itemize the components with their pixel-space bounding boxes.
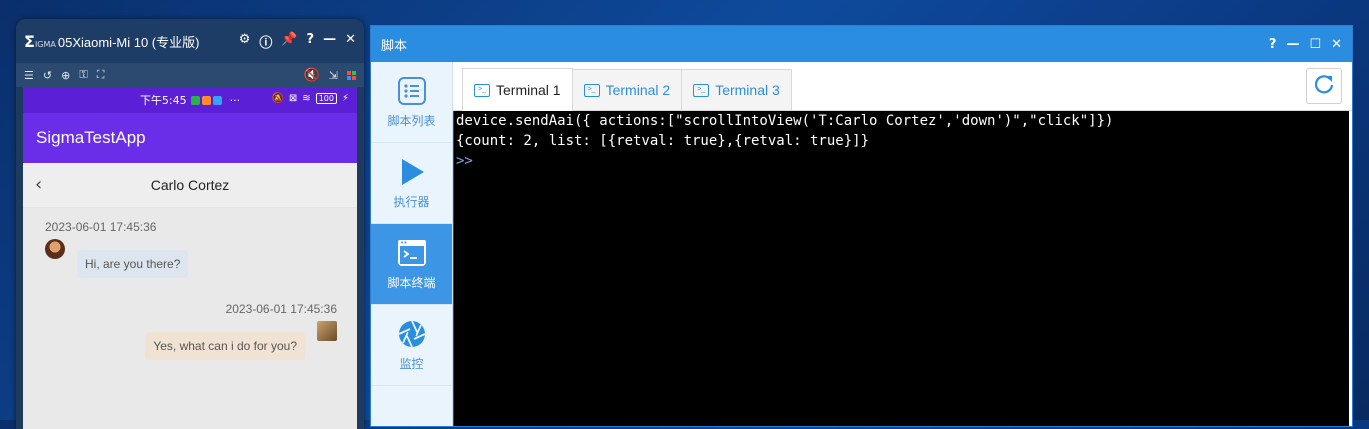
phone-screen[interactable]: 下午5:45 ··· 🔕 ⊠ ≋ 100 ⚡ SigmaTestApp ‹ Ca…: [23, 87, 357, 429]
terminal-tab-icon: >_: [474, 83, 490, 97]
wifi-icon: ≋: [302, 93, 311, 104]
maximize-icon[interactable]: ☐: [1309, 37, 1321, 52]
phone-toolbar: ☰ ↺ ⊕ ⚿ ⛶ 🔇 ⇲: [16, 63, 364, 87]
tab-label: Terminal 2: [605, 82, 671, 98]
close-icon[interactable]: ✕: [345, 32, 356, 51]
list-icon[interactable]: ☰: [24, 69, 34, 82]
tab-label: Terminal 3: [715, 82, 780, 98]
message-bubble-received[interactable]: Hi, are you there?: [77, 250, 189, 278]
export-icon[interactable]: ⇲: [329, 69, 338, 82]
minimize-icon[interactable]: —: [323, 32, 336, 51]
mute-icon[interactable]: 🔇: [304, 68, 320, 83]
notif-icon: [201, 95, 211, 105]
sidebar-item-label: 脚本终端: [387, 275, 436, 290]
settings-icon[interactable]: ⚙: [239, 32, 251, 51]
terminal-icon: [397, 238, 427, 268]
play-icon: [397, 157, 427, 187]
tab-terminal-2[interactable]: >_ Terminal 2: [571, 69, 683, 110]
refresh-icon: [1313, 73, 1335, 99]
status-time: 下午5:45: [139, 94, 187, 107]
terminal-line: device.sendAai({ actions:["scrollIntoVie…: [456, 113, 1114, 129]
app-bar: SigmaTestApp: [23, 113, 357, 163]
back-arrow-icon[interactable]: ‹: [35, 174, 42, 195]
terminal-panel: >_ Terminal 1 >_ Terminal 2 >_ Terminal …: [453, 62, 1352, 426]
close-icon[interactable]: ✕: [1331, 37, 1342, 52]
contact-avatar[interactable]: [45, 239, 65, 259]
terminal-output[interactable]: device.sendAai({ actions:["scrollIntoVie…: [453, 111, 1349, 426]
tab-label: Terminal 1: [496, 82, 561, 98]
minimize-icon[interactable]: —: [1286, 37, 1299, 52]
tab-terminal-1[interactable]: >_ Terminal 1: [462, 68, 573, 111]
help-icon[interactable]: ?: [307, 32, 315, 51]
terminal-tab-icon: >_: [583, 83, 600, 97]
sidebar-item-script-list[interactable]: 脚本列表: [371, 62, 452, 143]
sidebar-item-monitor[interactable]: 监控: [371, 305, 452, 386]
phone-mirror-window: ΣIGMA 05Xiaomi-Mi 10 (专业版) ⚙ ⓘ 📌 ? — ✕ ☰…: [16, 19, 364, 429]
zoom-icon[interactable]: ⊕: [61, 69, 70, 82]
script-window-title: 脚本: [381, 38, 408, 54]
terminal-line: {count: 2, list: [{retval: true},{retval…: [456, 133, 870, 149]
help-icon[interactable]: ?: [1269, 37, 1277, 52]
user-avatar[interactable]: [317, 321, 337, 341]
camera-shutter-icon: [397, 319, 427, 349]
tab-terminal-3[interactable]: >_ Terminal 3: [681, 69, 792, 110]
grid-icon[interactable]: [347, 70, 356, 80]
expand-icon[interactable]: ⛶: [97, 68, 105, 82]
rotate-icon[interactable]: ↺: [43, 69, 52, 82]
phone-window-title: 05Xiaomi-Mi 10 (专业版): [57, 34, 200, 50]
message-bubble-sent[interactable]: Yes, what can i do for you?: [145, 332, 305, 360]
script-window-titlebar[interactable]: 脚本 ? — ☐ ✕: [371, 26, 1352, 62]
notif-icon: [212, 95, 222, 105]
sidebar-item-label: 执行器: [393, 194, 430, 209]
sidebar-item-label: 监控: [399, 356, 424, 371]
more-notifications: ···: [229, 93, 241, 107]
sigma-logo: ΣIGMA: [24, 31, 56, 51]
sim-icon: ⊠: [288, 93, 298, 104]
sidebar-item-executor[interactable]: 执行器: [371, 143, 452, 224]
app-title: SigmaTestApp: [36, 128, 146, 147]
info-icon[interactable]: ⓘ: [259, 32, 272, 51]
script-sidebar: 脚本列表 执行器 脚本终端 监控: [371, 62, 453, 426]
sidebar-item-script-terminal[interactable]: 脚本终端: [371, 224, 452, 305]
message-timestamp: 2023-06-01 17:45:36: [45, 220, 157, 234]
battery-icon: 100: [315, 93, 337, 104]
list-icon: [397, 76, 427, 106]
mute-status-icon: 🔕: [271, 93, 284, 104]
terminal-tabs: >_ Terminal 1 >_ Terminal 2 >_ Terminal …: [453, 62, 1352, 111]
key-icon[interactable]: ⚿: [79, 68, 87, 82]
script-window: 脚本 ? — ☐ ✕ 脚本列表 执行器 脚本终端 监控 >_ Terminal …: [370, 25, 1353, 427]
message-timestamp: 2023-06-01 17:45:36: [225, 302, 337, 316]
android-status-bar: 下午5:45 ··· 🔕 ⊠ ≋ 100 ⚡: [23, 87, 357, 113]
terminal-prompt[interactable]: >>: [456, 151, 1347, 171]
chat-header: ‹ Carlo Cortez: [23, 163, 357, 208]
chat-title: Carlo Cortez: [150, 177, 230, 193]
sidebar-item-label: 脚本列表: [387, 113, 436, 128]
terminal-tab-icon: >_: [693, 83, 710, 97]
charging-icon: ⚡: [341, 93, 349, 104]
phone-window-titlebar[interactable]: ΣIGMA 05Xiaomi-Mi 10 (专业版) ⚙ ⓘ 📌 ? — ✕: [16, 19, 364, 63]
notif-icon: [190, 95, 200, 105]
pin-icon[interactable]: 📌: [281, 32, 297, 51]
refresh-button[interactable]: [1306, 68, 1342, 104]
chat-messages[interactable]: 2023-06-01 17:45:36 Hi, are you there? 2…: [23, 208, 357, 429]
